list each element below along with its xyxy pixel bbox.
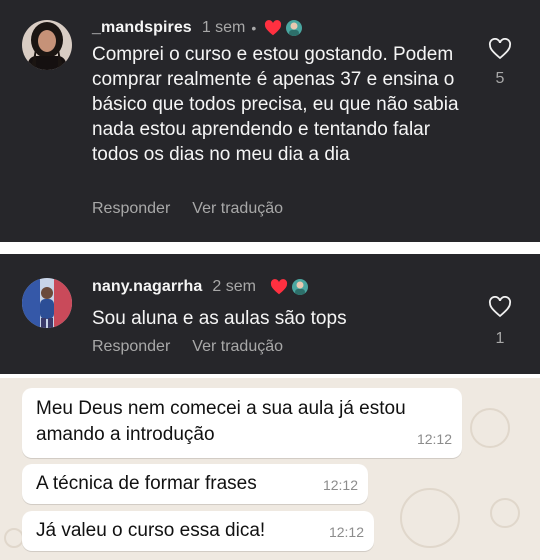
doodle-decoration [470, 408, 510, 448]
comment-header: nany.nagarrha 2 sem [92, 276, 308, 298]
chat-background: Meu Deus nem comecei a sua aula já estou… [0, 378, 540, 560]
avatar[interactable] [22, 20, 72, 70]
reply-button[interactable]: Responder [92, 200, 170, 218]
like-count: 5 [495, 70, 505, 87]
comment-header: _mandspires 1 sem • [92, 17, 303, 39]
doodle-decoration [400, 488, 460, 548]
comment-text: Sou aluna e as aulas são tops [92, 308, 347, 329]
comment-username[interactable]: _mandspires [92, 19, 192, 37]
comment-username[interactable]: nany.nagarrha [92, 278, 202, 296]
message-time: 12:12 [328, 524, 364, 540]
comment-panel-1: _mandspires 1 sem • Comprei o curso e es… [0, 0, 540, 242]
creator-avatar [286, 20, 303, 36]
doodle-decoration [4, 528, 24, 548]
doodle-decoration [490, 498, 520, 528]
comment-actions: Responder Ver tradução [92, 200, 283, 218]
message-bubble[interactable]: A técnica de formar frases 12:12 [22, 464, 368, 504]
message-text: Já valeu o curso essa dica! [36, 520, 266, 541]
message-time: 12:12 [322, 477, 358, 493]
translate-button[interactable]: Ver tradução [192, 338, 283, 356]
message-text: Meu Deus nem comecei a sua aula já estou… [36, 398, 406, 445]
comment-time: 1 sem [201, 19, 246, 36]
creator-avatar [291, 279, 308, 295]
heart-filled-icon [270, 279, 288, 295]
heart-filled-icon [265, 20, 282, 36]
comment-panel-2: nany.nagarrha 2 sem Sou aluna e as aulas… [0, 254, 540, 374]
comment-actions: Responder Ver tradução [92, 338, 283, 356]
comment-time: 2 sem [212, 278, 256, 295]
translate-button[interactable]: Ver tradução [192, 200, 283, 218]
comment-text: Comprei o curso e estou gostando. Podem … [92, 44, 459, 165]
message-bubble[interactable]: Meu Deus nem comecei a sua aula já estou… [22, 388, 462, 458]
message-time: 12:12 [416, 431, 452, 447]
like-count: 1 [495, 330, 505, 347]
avatar[interactable] [22, 278, 72, 328]
message-text: A técnica de formar frases [36, 473, 257, 494]
separator-dot: • [251, 20, 257, 36]
heart-outline-icon[interactable] [488, 296, 512, 318]
reply-button[interactable]: Responder [92, 338, 170, 356]
message-bubble[interactable]: Já valeu o curso essa dica! 12:12 [22, 511, 374, 551]
heart-outline-icon[interactable] [488, 38, 512, 60]
